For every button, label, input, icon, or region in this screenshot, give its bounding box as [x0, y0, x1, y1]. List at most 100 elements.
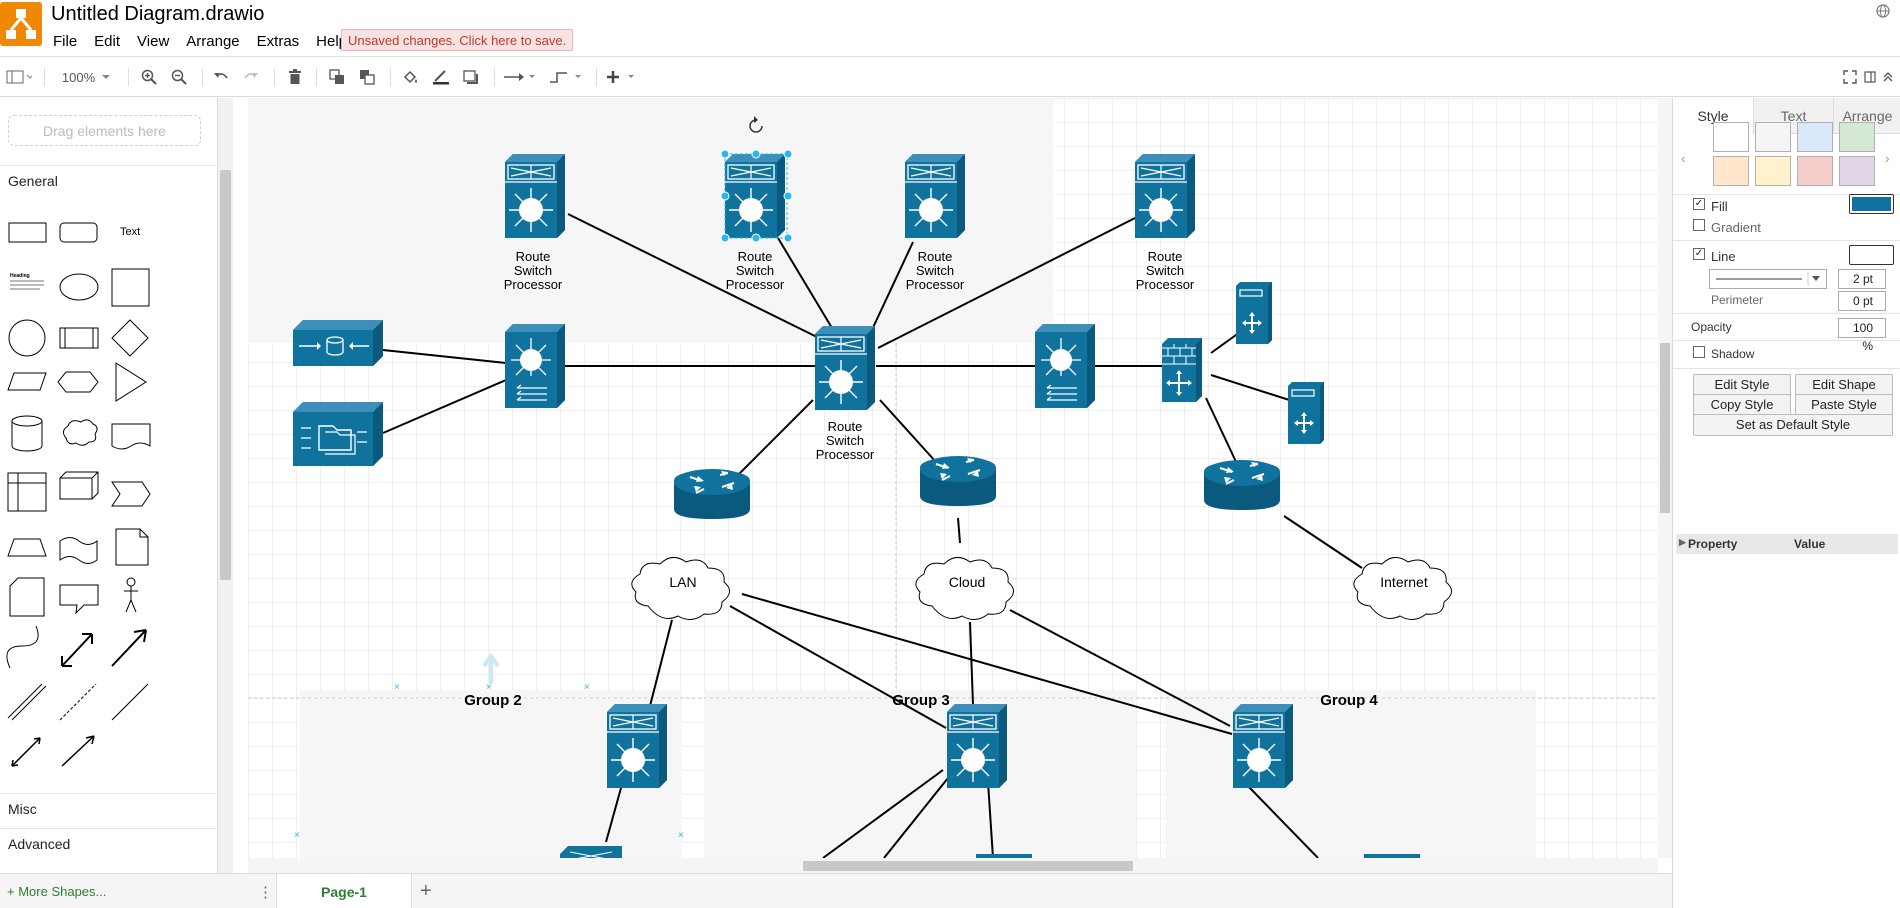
- layer3-switch-left[interactable]: [504, 323, 566, 409]
- note-shape[interactable]: [115, 528, 149, 566]
- collapse-chevron-icon[interactable]: [1880, 67, 1896, 87]
- connection-style-icon[interactable]: [502, 67, 538, 87]
- line-color-icon[interactable]: [430, 67, 452, 87]
- square-shape[interactable]: [111, 268, 150, 307]
- trapezoid-shape[interactable]: [7, 538, 47, 557]
- double-line-shape[interactable]: [7, 683, 43, 719]
- step-shape[interactable]: [111, 481, 151, 507]
- language-globe-icon[interactable]: [1876, 4, 1890, 18]
- group-4-container[interactable]: [1166, 690, 1536, 858]
- group-3-container[interactable]: [704, 690, 1136, 858]
- bidirectional-arrow-shape[interactable]: [61, 633, 93, 667]
- to-front-icon[interactable]: [326, 67, 348, 87]
- diagram-svg[interactable]: × × × × ×: [248, 98, 1658, 858]
- curve-shape[interactable]: [6, 625, 39, 669]
- route-switch-processor-4[interactable]: [1134, 153, 1196, 239]
- circle-shape[interactable]: [8, 319, 46, 357]
- diamond-shape[interactable]: [111, 319, 149, 357]
- drawio-logo-icon[interactable]: [0, 2, 42, 46]
- rectangle-shape[interactable]: [8, 222, 47, 243]
- route-switch-processor-group4[interactable]: [1232, 703, 1294, 789]
- more-shapes-button[interactable]: + More Shapes...: [7, 884, 106, 899]
- edge[interactable]: [382, 379, 507, 434]
- cube-shape[interactable]: [59, 471, 99, 500]
- delete-icon[interactable]: [284, 67, 306, 87]
- route-switch-processor-group2[interactable]: [606, 703, 668, 789]
- line-checkbox[interactable]: ✓: [1693, 248, 1705, 260]
- triangle-shape[interactable]: [115, 362, 147, 402]
- route-switch-processor-group3[interactable]: [946, 703, 1008, 789]
- document-title[interactable]: Untitled Diagram.drawio: [51, 3, 264, 26]
- shadow-checkbox[interactable]: [1693, 346, 1705, 358]
- swatch-prev-icon[interactable]: ‹: [1681, 150, 1686, 166]
- style-swatch-2[interactable]: [1755, 122, 1791, 152]
- style-swatch-8[interactable]: [1839, 156, 1875, 186]
- menu-arrange[interactable]: Arrange: [186, 32, 239, 52]
- style-swatch-1[interactable]: [1713, 122, 1749, 152]
- cloud-shape[interactable]: [62, 419, 98, 446]
- tape-shape[interactable]: [59, 537, 98, 564]
- table-shape[interactable]: [7, 472, 47, 512]
- card-shape[interactable]: [9, 577, 45, 617]
- fullscreen-icon[interactable]: [1840, 67, 1860, 87]
- undo-icon[interactable]: [210, 67, 232, 87]
- swatch-next-icon[interactable]: ›: [1885, 150, 1890, 166]
- callout-shape[interactable]: [59, 584, 99, 615]
- insert-plus-icon[interactable]: [604, 67, 640, 87]
- edge[interactable]: [382, 349, 507, 364]
- route-switch-processor-1[interactable]: [504, 153, 566, 239]
- document-shape[interactable]: [111, 423, 151, 450]
- fill-color-button[interactable]: [1849, 194, 1894, 214]
- edit-shape-button[interactable]: Edit Shape: [1795, 374, 1893, 396]
- redo-icon[interactable]: [240, 67, 262, 87]
- style-swatch-7[interactable]: [1797, 156, 1833, 186]
- panel-toggle-icon[interactable]: [1862, 67, 1878, 87]
- opacity-input[interactable]: 100 %: [1838, 318, 1886, 353]
- layer3-switch-right[interactable]: [1034, 323, 1096, 409]
- pages-menu-icon[interactable]: ⋮: [258, 883, 273, 901]
- menu-extras[interactable]: Extras: [257, 32, 300, 52]
- to-back-icon[interactable]: [356, 67, 378, 87]
- line-color-button[interactable]: [1849, 245, 1894, 265]
- edit-style-button[interactable]: Edit Style: [1693, 374, 1791, 396]
- fill-color-icon[interactable]: [400, 67, 422, 87]
- process-shape[interactable]: [59, 327, 99, 349]
- file-server-appliance[interactable]: [293, 402, 383, 466]
- expand-triangle-icon[interactable]: ▶: [1679, 537, 1686, 548]
- parallelogram-shape[interactable]: [7, 372, 47, 391]
- server-bottom[interactable]: [1287, 381, 1325, 445]
- canvas-vertical-scrollbar[interactable]: [1658, 98, 1672, 858]
- style-swatch-3[interactable]: [1797, 122, 1833, 152]
- router-lan[interactable]: [673, 468, 751, 520]
- move-up-arrow-icon[interactable]: [482, 652, 500, 684]
- sidebar-scrollbar[interactable]: [218, 98, 233, 873]
- menu-file[interactable]: File: [53, 32, 77, 52]
- route-switch-processor-selected[interactable]: [724, 153, 786, 239]
- fill-checkbox[interactable]: ✓: [1693, 198, 1705, 210]
- line-pattern-select[interactable]: [1709, 269, 1827, 289]
- route-switch-processor-center[interactable]: [814, 325, 876, 411]
- route-switch-processor-3[interactable]: [904, 153, 966, 239]
- edge[interactable]: [1283, 515, 1363, 569]
- waypoints-icon[interactable]: [548, 67, 584, 87]
- firewall[interactable]: [1162, 338, 1202, 402]
- section-advanced[interactable]: Advanced: [0, 828, 216, 858]
- add-page-icon[interactable]: +: [420, 880, 432, 903]
- hexagon-shape[interactable]: [57, 371, 99, 393]
- diagram-canvas[interactable]: × × × × × Route Switch Processor Route Swit…: [248, 98, 1658, 858]
- partial-device-group2[interactable]: [560, 846, 622, 858]
- zoom-out-icon[interactable]: [168, 67, 190, 87]
- section-misc[interactable]: Misc: [0, 793, 216, 823]
- unsaved-changes-button[interactable]: Unsaved changes. Click here to save.: [341, 29, 574, 51]
- copy-style-button[interactable]: Copy Style: [1693, 394, 1791, 416]
- line-width-input[interactable]: 2 pt: [1838, 269, 1886, 289]
- text-shape[interactable]: Text: [120, 226, 140, 238]
- canvas-vertical-scrollbar-thumb[interactable]: [1660, 343, 1670, 513]
- paste-style-button[interactable]: Paste Style: [1795, 394, 1893, 416]
- gradient-checkbox[interactable]: [1693, 219, 1705, 231]
- menu-edit[interactable]: Edit: [94, 32, 120, 52]
- line-shape[interactable]: [111, 683, 149, 721]
- actor-shape[interactable]: [126, 577, 136, 587]
- cylinder-shape[interactable]: [11, 415, 43, 452]
- directional-connector-shape[interactable]: [61, 735, 95, 767]
